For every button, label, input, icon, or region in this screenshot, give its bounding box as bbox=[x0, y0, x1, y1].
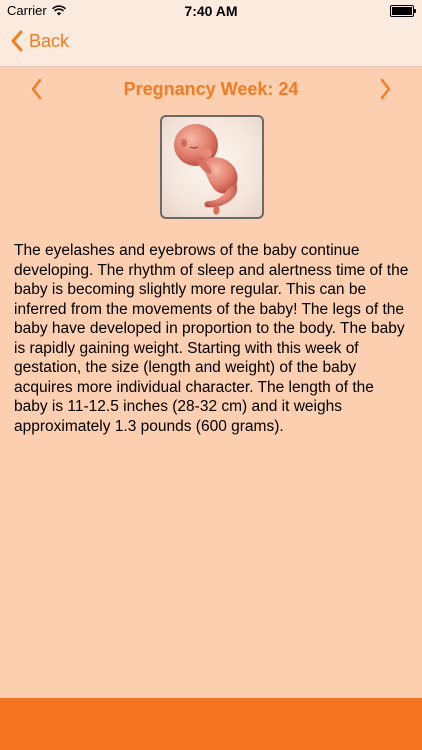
fetus-image bbox=[174, 124, 238, 215]
week-description: The eyelashes and eyebrows of the baby c… bbox=[14, 242, 409, 435]
bottom-bar bbox=[0, 698, 422, 750]
chevron-left-icon bbox=[11, 30, 23, 52]
back-button[interactable]: Back bbox=[10, 30, 69, 52]
page-title: Pregnancy Week: 24 bbox=[123, 79, 299, 99]
next-week-button[interactable] bbox=[380, 78, 392, 100]
status-bar: Carrier 7:40 AM bbox=[0, 0, 422, 22]
back-label: Back bbox=[29, 30, 70, 51]
status-time: 7:40 AM bbox=[184, 3, 238, 19]
navigation-bar: Back bbox=[0, 22, 422, 67]
week-header: Pregnancy Week: 24 bbox=[0, 66, 422, 112]
battery-icon bbox=[390, 5, 416, 17]
fetus-illustration bbox=[160, 115, 264, 219]
